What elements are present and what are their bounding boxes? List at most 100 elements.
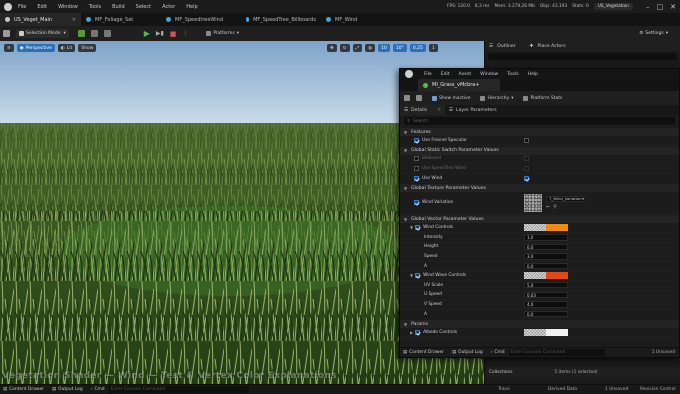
use-selected-icon[interactable]: ⇐	[546, 204, 550, 210]
texture-asset-dropdown[interactable]: T_Wind_Variation ▾	[546, 195, 586, 202]
mat-unsaved-indicator[interactable]: 1 Unsaved	[652, 350, 675, 355]
save-icon[interactable]	[404, 95, 410, 101]
scale-snap-button[interactable]: 0,25	[409, 44, 426, 52]
menu-help[interactable]: Help	[186, 4, 197, 10]
menu-file[interactable]: File	[18, 4, 26, 10]
mat-menu-help[interactable]: Help	[528, 72, 538, 77]
collapse-arrow-icon[interactable]: ▼	[410, 273, 413, 278]
details-search-input[interactable]: ⚲ Search	[404, 117, 675, 125]
override-checkbox[interactable]	[415, 273, 421, 279]
browse-asset-icon[interactable]: ⚲	[553, 204, 557, 210]
override-checkbox[interactable]	[414, 137, 419, 143]
selection-mode-dropdown[interactable]: Selection Mode ▾	[16, 29, 69, 38]
mat-console-input[interactable]: Enter Console Command	[508, 349, 605, 356]
minimize-icon[interactable]: –	[646, 3, 650, 11]
camera-speed-button[interactable]: 1	[428, 44, 438, 52]
menu-select[interactable]: Select	[136, 4, 151, 10]
texture-thumbnail[interactable]	[524, 193, 542, 212]
menu-tools[interactable]: Tools	[89, 4, 101, 10]
expand-arrow-icon[interactable]: ▶	[410, 330, 413, 335]
tab-veget-main[interactable]: US_Veget_Main ✕	[0, 13, 81, 26]
save-icon[interactable]	[3, 30, 10, 37]
mat-menu-file[interactable]: File	[424, 72, 432, 77]
section-vector[interactable]: ▼ Global Vector Parameter Values	[400, 214, 679, 224]
hierarchy-button[interactable]: Hierarchy	[487, 96, 509, 101]
scale-tool-icon[interactable]: ⤢	[352, 44, 363, 52]
platforms-dropdown[interactable]: Platforms ▾	[203, 29, 242, 38]
tab-wind[interactable]: MF_Wind	[321, 13, 391, 26]
color-swatch[interactable]	[524, 329, 568, 337]
rotation-snap-button[interactable]: 10°	[392, 44, 407, 52]
color-swatch[interactable]	[524, 272, 568, 280]
grid-snap-button[interactable]: 10	[378, 44, 390, 52]
content-drawer-button[interactable]: Content Drawer	[9, 387, 44, 392]
trace-button[interactable]: Trace	[498, 387, 510, 392]
override-checkbox[interactable]	[414, 175, 419, 181]
override-checkbox[interactable]	[415, 330, 421, 336]
tab-close-icon[interactable]: ✕	[72, 17, 76, 23]
override-checkbox[interactable]	[414, 200, 419, 206]
mat-menu-edit[interactable]: Edit	[441, 72, 450, 77]
mat-menu-tools[interactable]: Tools	[507, 72, 518, 77]
section-params[interactable]: ▼ Params	[400, 319, 679, 329]
blueprint-icon[interactable]	[90, 30, 98, 37]
step-icon[interactable]: ▶▮	[156, 30, 164, 37]
show-inactive-button[interactable]: Show Inactive	[439, 96, 470, 101]
channel-value-field[interactable]: 0,0	[524, 310, 568, 318]
play-options-icon[interactable]: ⋮	[182, 30, 188, 37]
add-content-icon[interactable]	[77, 30, 85, 37]
collections-button[interactable]: Collections	[489, 370, 513, 375]
value-checkbox[interactable]	[524, 156, 529, 162]
tab-foliage-set[interactable]: MF_Foliage_Set	[81, 13, 161, 26]
tab-speedtree-wind[interactable]: MF_SpeedtreeWind	[161, 13, 241, 26]
viewport-menu-button[interactable]: ≡	[4, 44, 14, 52]
tab-speedtree-billboards[interactable]: MF_SpeedTree_Billboards	[241, 13, 321, 26]
channel-value-field[interactable]: 4,0	[524, 301, 568, 308]
cinematics-icon[interactable]	[103, 30, 111, 37]
channel-value-field[interactable]: 0,0	[524, 243, 568, 251]
mat-menu-asset[interactable]: Asset	[459, 72, 472, 77]
tab-layer-parameters[interactable]: ☰ Layer Parameters	[445, 105, 501, 115]
value-checkbox[interactable]	[524, 165, 529, 171]
section-static-switch[interactable]: ▼ Global Static Switch Parameter Values	[400, 145, 679, 155]
override-checkbox[interactable]	[415, 225, 421, 231]
section-features[interactable]: ▼ Features	[400, 127, 679, 136]
world-local-icon[interactable]: ◍	[365, 44, 376, 52]
mat-output-log-button[interactable]: Output Log	[458, 350, 483, 355]
channel-value-field[interactable]: 3,0	[524, 253, 568, 260]
cmd-dropdown[interactable]: Cmd	[94, 387, 104, 392]
color-swatch[interactable]	[524, 224, 568, 232]
play-icon[interactable]: ▶	[144, 29, 150, 38]
platform-stats-button[interactable]: Platform Stats	[530, 96, 562, 101]
override-checkbox[interactable]	[414, 156, 419, 162]
tab-details[interactable]: ☰ Details ✕	[400, 105, 445, 115]
console-input[interactable]: Enter Console Command	[108, 386, 249, 393]
menu-window[interactable]: Window	[58, 4, 78, 10]
perspective-button[interactable]: ◉ Perspective	[16, 44, 55, 52]
settings-dropdown[interactable]: ⚙ Settings ▾	[636, 29, 671, 38]
channel-value-field[interactable]: 0,0	[524, 262, 568, 270]
outliner-tab[interactable]: Outliner	[497, 44, 516, 49]
revision-control-button[interactable]: Revision Control	[640, 387, 676, 392]
maximize-icon[interactable]: □	[657, 3, 664, 11]
outliner-search-field[interactable]	[488, 53, 677, 60]
unsaved-indicator[interactable]: 1 Unsaved	[605, 387, 628, 392]
details-close-icon[interactable]: ✕	[437, 108, 441, 113]
browse-icon[interactable]	[416, 95, 422, 101]
close-icon[interactable]: ✕	[670, 3, 676, 11]
move-tool-icon[interactable]: ✥	[327, 44, 337, 52]
channel-value-field[interactable]: 5,0	[524, 281, 568, 289]
section-texture[interactable]: ▼ Global Texture Parameter Values	[400, 183, 679, 193]
channel-value-field[interactable]: 0,03	[524, 291, 568, 299]
rotate-tool-icon[interactable]: ↻	[339, 44, 350, 52]
menu-build[interactable]: Build	[112, 4, 125, 10]
show-button[interactable]: Show	[78, 44, 97, 52]
mat-menu-window[interactable]: Window	[480, 72, 498, 77]
stop-icon[interactable]: ■	[170, 30, 177, 38]
tab-material-instance[interactable]: MI_Grass_vMcbra+	[418, 79, 500, 91]
output-log-button[interactable]: Output Log	[58, 387, 83, 392]
value-checkbox[interactable]	[524, 137, 529, 143]
value-checkbox[interactable]	[524, 175, 529, 181]
collapse-arrow-icon[interactable]: ▼	[410, 225, 413, 230]
menu-actor[interactable]: Actor	[162, 4, 175, 10]
